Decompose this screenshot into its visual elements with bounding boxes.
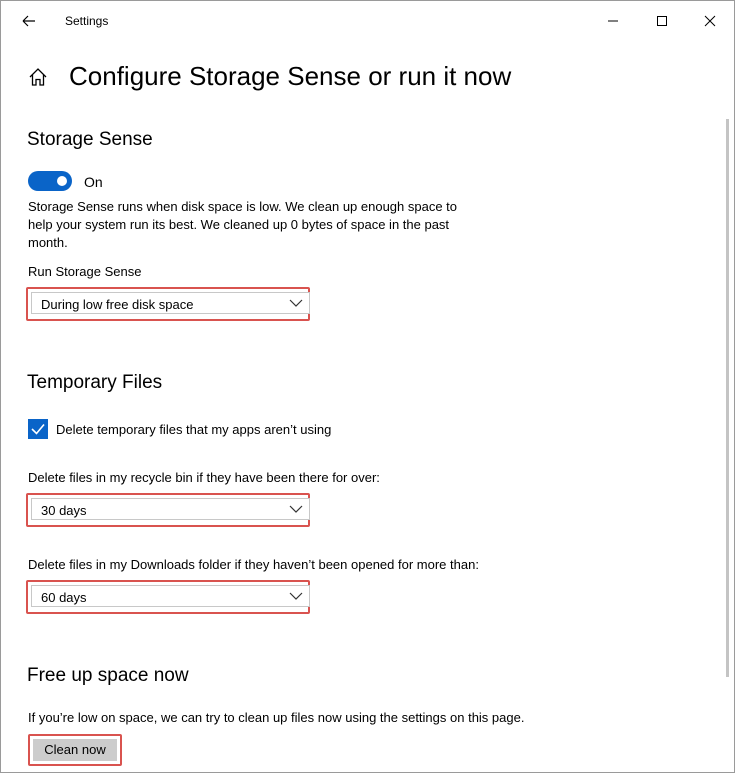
run-storage-sense-highlight: During low free disk space xyxy=(26,287,310,321)
temporary-files-heading: Temporary Files xyxy=(27,372,163,393)
minimize-button[interactable] xyxy=(598,9,628,33)
clean-now-highlight: Clean now xyxy=(28,734,122,766)
back-button[interactable] xyxy=(13,9,43,33)
run-storage-sense-label: Run Storage Sense xyxy=(28,264,142,279)
downloads-highlight: 60 days xyxy=(26,580,310,614)
app-title: Settings xyxy=(65,14,109,28)
chevron-down-icon xyxy=(289,592,303,600)
chevron-down-icon xyxy=(289,505,303,513)
home-icon xyxy=(29,68,47,86)
recycle-bin-dropdown[interactable]: 30 days xyxy=(31,498,310,520)
toggle-knob xyxy=(57,176,67,186)
maximize-icon xyxy=(657,16,667,26)
settings-window: Settings Configure Storage Sense or run … xyxy=(0,0,735,773)
clean-now-button[interactable]: Clean now xyxy=(33,739,117,761)
recycle-bin-label: Delete files in my recycle bin if they h… xyxy=(28,470,380,485)
run-storage-sense-dropdown[interactable]: During low free disk space xyxy=(31,292,310,314)
delete-temp-files-label: Delete temporary files that my apps aren… xyxy=(56,422,332,437)
free-up-space-heading: Free up space now xyxy=(27,665,189,686)
storage-sense-description: Storage Sense runs when disk space is lo… xyxy=(28,199,458,250)
home-button[interactable] xyxy=(28,67,48,87)
downloads-dropdown[interactable]: 60 days xyxy=(31,585,310,607)
close-button[interactable] xyxy=(695,9,725,33)
page-title: Configure Storage Sense or run it now xyxy=(69,61,512,91)
close-icon xyxy=(704,15,716,27)
delete-temp-files-checkbox[interactable] xyxy=(28,419,48,439)
title-bar: Settings xyxy=(1,1,734,41)
dropdown-value: During low free disk space xyxy=(41,297,194,312)
storage-sense-heading: Storage Sense xyxy=(27,129,153,150)
toggle-state-label: On xyxy=(84,174,103,190)
maximize-button[interactable] xyxy=(647,9,677,33)
downloads-label: Delete files in my Downloads folder if t… xyxy=(28,557,479,572)
scrollbar[interactable] xyxy=(726,119,729,677)
storage-sense-toggle[interactable] xyxy=(28,171,72,191)
checkmark-icon xyxy=(31,423,45,435)
recycle-bin-highlight: 30 days xyxy=(26,493,310,527)
back-arrow-icon xyxy=(22,15,35,27)
chevron-down-icon xyxy=(289,299,303,307)
dropdown-value: 60 days xyxy=(41,590,87,605)
free-up-description: If you’re low on space, we can try to cl… xyxy=(28,710,525,725)
dropdown-value: 30 days xyxy=(41,503,87,518)
minimize-icon xyxy=(608,20,618,22)
